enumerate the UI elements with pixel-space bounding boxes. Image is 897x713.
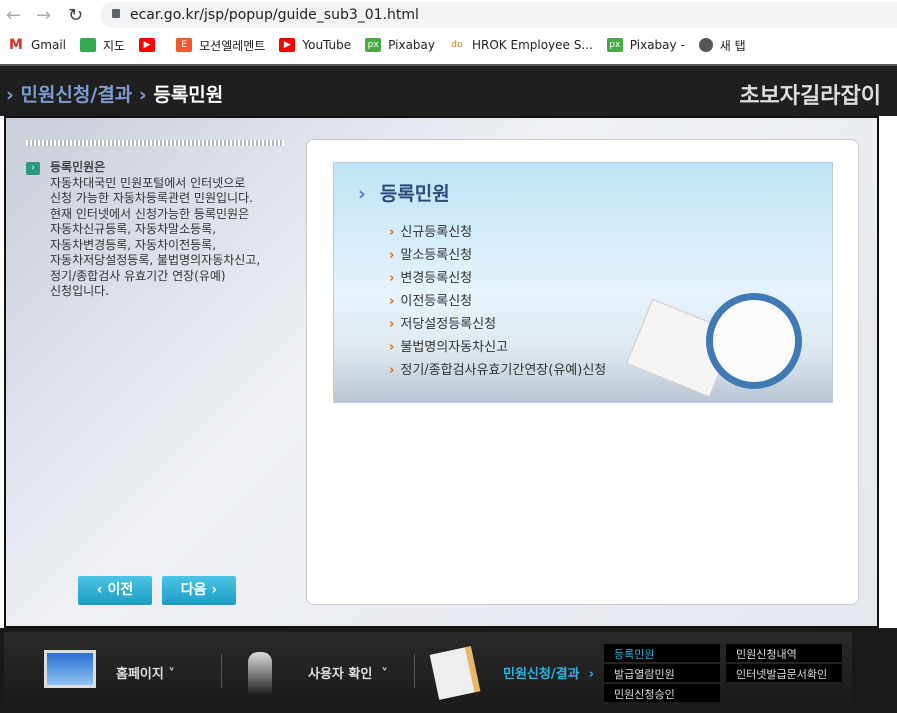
chevron-right-icon: › (588, 667, 594, 682)
breadcrumb-current: 등록민원 (153, 84, 224, 106)
nav-home[interactable]: 홈페이지 ˅ (116, 663, 175, 682)
description-title: 등록민원은 (50, 160, 106, 174)
reload-icon[interactable]: ↻ (68, 5, 83, 26)
bookmark-new-tab[interactable]: 새 탭 (698, 37, 746, 54)
submenu-issue[interactable]: 발급열람민원 (604, 664, 720, 682)
list-item: 신규등록신청 (389, 221, 606, 244)
browser-chrome: ← → ↻ ecar.go.kr/jsp/popup/guide_sub3_01… (0, 0, 897, 64)
list-item: 변경등록신청 (389, 267, 606, 290)
page-header: › 민원신청/결과 › 등록민원 초보자길라잡이 (0, 64, 897, 116)
submenu-doc-verify[interactable]: 인터넷발급문서확인 (726, 664, 842, 682)
forward-icon[interactable]: → (36, 5, 51, 26)
back-icon[interactable]: ← (6, 5, 21, 26)
bookmark-youtube[interactable]: ▶ YouTube (279, 38, 351, 52)
clock-illustration (706, 293, 802, 389)
chevron-down-icon: ˅ (381, 667, 388, 682)
guide-title: 초보자길라잡이 (739, 84, 881, 109)
inkwell-quill-icon (248, 652, 272, 694)
divider (221, 654, 222, 688)
next-button[interactable]: 다음 › (162, 576, 236, 605)
chevron-icon: › (358, 183, 366, 205)
globe-icon (698, 38, 713, 52)
bookmark-hrok[interactable]: dɒ HROK Employee S... (449, 38, 593, 52)
list-item: 저당설정등록신청 (389, 313, 606, 336)
content-card: ›등록민원 신규등록신청 말소등록신청 변경등록신청 이전등록신청 저당설정등록… (306, 139, 859, 605)
bookmark-gmail[interactable]: M Gmail (8, 38, 66, 52)
breadcrumb: › 민원신청/결과 › 등록민원 (6, 84, 224, 106)
list-item: 이전등록신청 (389, 290, 606, 313)
bookmark-youtube-icon-only[interactable]: ▶ (139, 38, 162, 52)
address-bar[interactable]: ecar.go.kr/jsp/popup/guide_sub3_01.html (100, 2, 897, 28)
divider (414, 654, 415, 688)
guide-stage: › 등록민원은 자동차대국민 민원포털에서 인터넷으로 신청 가능한 자동차등록… (4, 116, 879, 628)
description: › 등록민원은 자동차대국민 민원포털에서 인터넷으로 신청 가능한 자동차등록… (26, 160, 296, 300)
footer-nav: 홈페이지 ˅ 사용자 확인 ˅ 민원신청/결과 › 등록민원 민원신청내역 발급… (4, 632, 852, 710)
maps-icon (80, 38, 97, 52)
laptop-icon (44, 650, 96, 688)
youtube-icon: ▶ (139, 38, 156, 52)
lock-icon (112, 9, 120, 18)
motionelements-icon: E (176, 38, 193, 52)
bookmarks-bar: M Gmail 지도 ▶ E 모션엘레멘트 ▶ YouTube px Pixabay d… (0, 33, 752, 57)
nav-results[interactable]: 민원신청/결과 › (503, 663, 594, 682)
arrow-bullet-icon: › (26, 162, 40, 175)
bookmark-maps[interactable]: 지도 (80, 37, 125, 54)
pixabay-icon: px (365, 38, 382, 52)
pixabay-icon: px (606, 38, 623, 52)
bookmark-motionelements[interactable]: E 모션엘레멘트 (176, 37, 265, 54)
description-body: 자동차대국민 민원포털에서 인터넷으로 신청 가능한 자동차등록관련 민원입니다… (50, 175, 261, 299)
panel-title: › 등록민원 (358, 183, 450, 205)
list-item: 불법명의자동차신고 (389, 336, 606, 359)
bookmark-pixabay[interactable]: px Pixabay (365, 38, 435, 52)
gmail-icon: M (8, 37, 24, 53)
submenu-registration[interactable]: 등록민원 (604, 644, 720, 662)
youtube-icon: ▶ (279, 38, 296, 52)
list-item: 정기/종합검사유효기간연장(유예)신청 (389, 359, 606, 382)
folder-icon (429, 646, 481, 700)
service-list: 신규등록신청 말소등록신청 변경등록신청 이전등록신청 저당설정등록신청 불법명… (389, 221, 606, 382)
list-item: 말소등록신청 (389, 244, 606, 267)
chevron-down-icon: ˅ (168, 667, 175, 682)
prev-button[interactable]: ‹ 이전 (78, 576, 152, 605)
submenu-approval[interactable]: 민원신청승인 (604, 684, 720, 702)
submenu-history[interactable]: 민원신청내역 (726, 644, 842, 662)
hrok-icon: dɒ (449, 38, 465, 52)
info-panel: ›등록민원 신규등록신청 말소등록신청 변경등록신청 이전등록신청 저당설정등록… (333, 162, 833, 403)
nav-user-check[interactable]: 사용자 확인 ˅ (308, 663, 388, 682)
bookmark-pixabay-2[interactable]: px Pixabay - (606, 38, 685, 52)
dotted-divider (26, 140, 284, 146)
